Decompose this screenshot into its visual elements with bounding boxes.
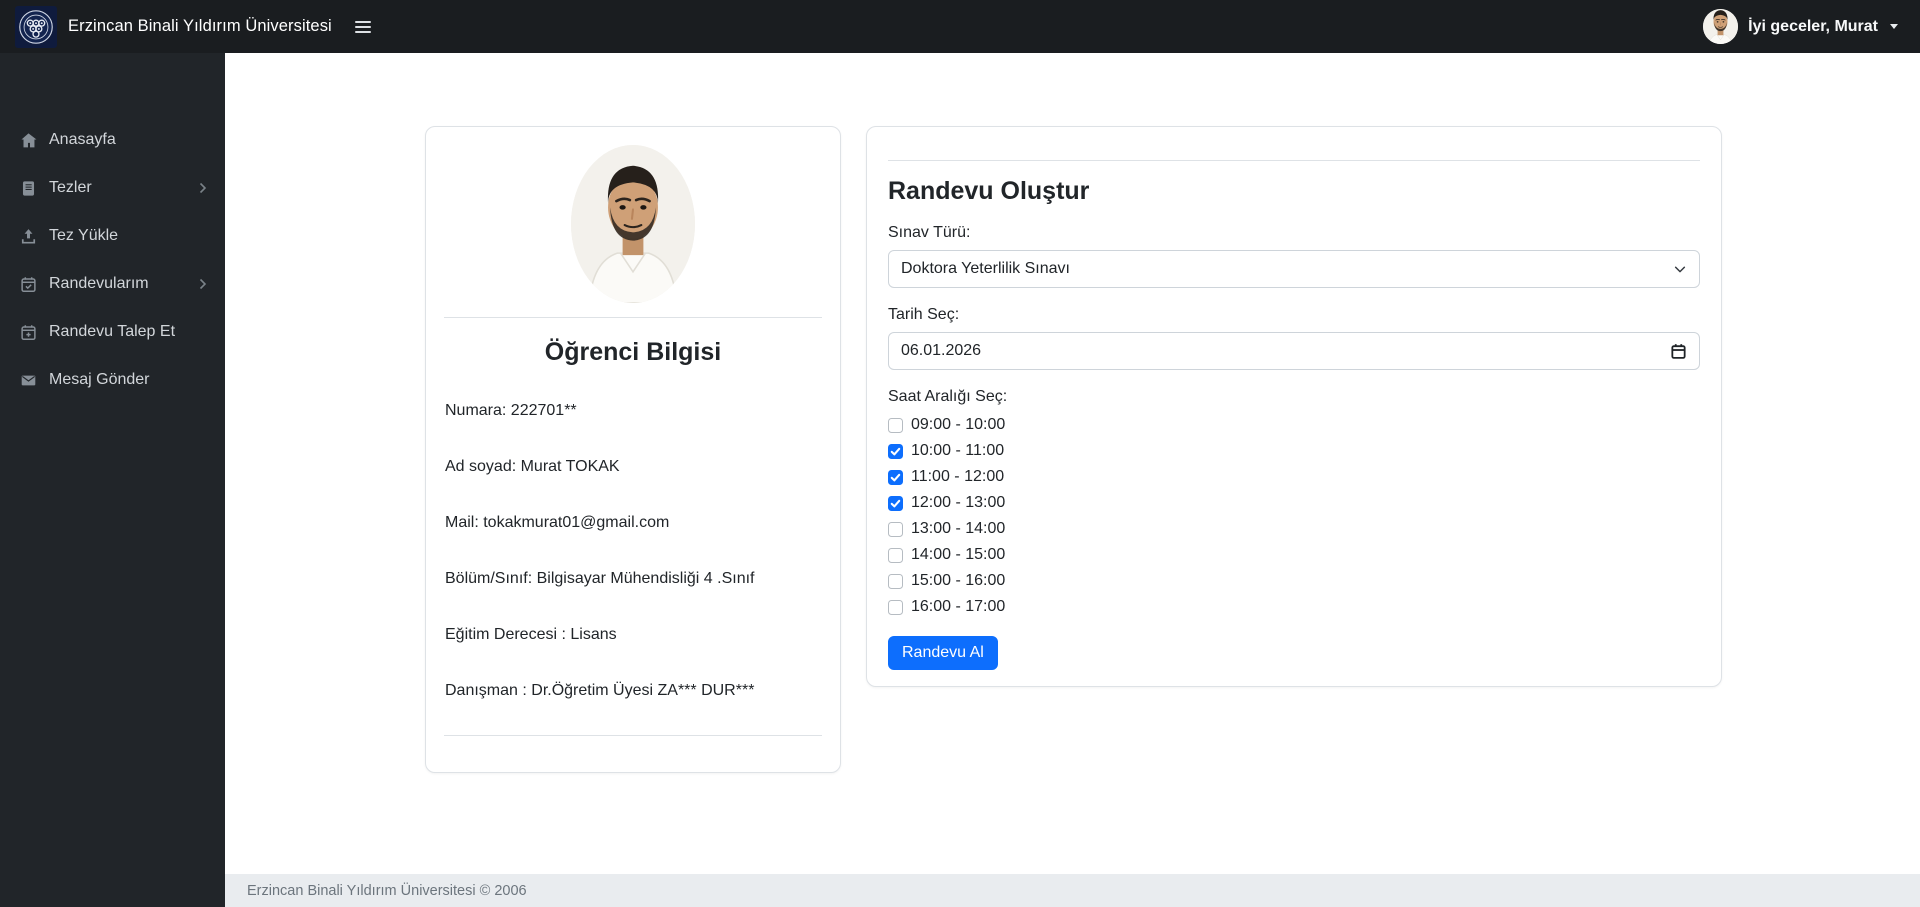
time-slot-checkbox[interactable] [888,417,903,433]
chevron-right-icon [199,182,207,194]
divider [888,160,1700,161]
time-slot-label[interactable]: 11:00 - 12:00 [911,468,1004,486]
time-slot-checkbox[interactable] [888,469,903,485]
sidebar-item-randevu-talep-et[interactable]: Randevu Talep Et [0,308,225,356]
time-slot-row: 11:00 - 12:00 [888,464,1700,490]
footer: Erzincan Binali Yıldırım Üniversitesi © … [225,874,1920,907]
time-slot-row: 13:00 - 14:00 [888,516,1700,542]
student-photo [571,145,695,303]
envelope-icon [20,372,37,389]
sidebar-item-label: Anasayfa [49,131,116,148]
time-slot-label[interactable]: 16:00 - 17:00 [911,598,1005,616]
appointment-form-card: Randevu Oluştur Sınav Türü: Doktora Yete… [866,126,1722,687]
date-label: Tarih Seç: [888,306,960,323]
time-slot-checkbox[interactable] [888,443,903,459]
exam-type-selected-value: Doktora Yeterlilik Sınavı [901,260,1070,277]
student-field-bolum: Bölüm/Sınıf: Bilgisayar Mühendisliği 4 .… [445,570,755,587]
time-slot-checkbox[interactable] [888,573,903,589]
time-slot-label[interactable]: 14:00 - 15:00 [911,546,1005,564]
top-navbar: Erzincan Binali Yıldırım Üniversitesi İy… [0,0,1920,53]
time-slot-row: 14:00 - 15:00 [888,542,1700,568]
sidebar-item-tez-yukle[interactable]: Tez Yükle [0,212,225,260]
randevu-al-button[interactable]: Randevu Al [888,636,998,670]
student-field-mail: Mail: tokakmurat01@gmail.com [445,514,670,531]
content-row: Öğrenci Bilgisi Numara: 222701** Ad soya… [225,53,1920,874]
brand-link[interactable]: Erzincan Binali Yıldırım Üniversitesi [15,6,332,48]
calendar-check-icon [20,276,37,293]
time-slot-row: 16:00 - 17:00 [888,594,1700,620]
date-value: 06.01.2026 [901,342,982,359]
time-slot-checkbox[interactable] [888,547,903,563]
time-slot-list: 09:00 - 10:00 10:00 - 11:00 11:00 - 12:0… [888,412,1700,620]
divider [444,735,822,736]
time-slot-label[interactable]: 12:00 - 13:00 [911,494,1005,512]
book-icon [20,180,37,197]
time-slot-label[interactable]: 15:00 - 16:00 [911,572,1005,590]
card-header-space [888,127,1700,160]
home-icon [20,132,37,149]
exam-type-label: Sınav Türü: [888,224,971,241]
sidebar-item-anasayfa[interactable]: Anasayfa [0,116,225,164]
calendar-picker-icon[interactable] [1670,343,1687,360]
sidebar-item-label: Tez Yükle [49,227,119,244]
sidebar-nav: Anasayfa Tezler Tez Yükle Randevularım R… [0,53,225,404]
time-slot-row: 10:00 - 11:00 [888,438,1700,464]
student-fields: Numara: 222701** Ad soyad: Murat TOKAK M… [444,399,822,703]
chevron-down-icon [1674,266,1686,273]
time-slot-checkbox[interactable] [888,521,903,537]
sidebar-item-label: Tezler [49,179,92,196]
time-slot-checkbox[interactable] [888,599,903,615]
user-avatar [1703,9,1739,44]
caret-down-icon [1890,24,1898,29]
brand-title: Erzincan Binali Yıldırım Üniversitesi [68,17,332,35]
footer-text: Erzincan Binali Yıldırım Üniversitesi © … [247,882,527,899]
time-slot-row: 09:00 - 10:00 [888,412,1700,438]
sidebar-item-label: Randevularım [49,275,149,292]
user-greeting: İyi geceler, Murat [1748,17,1878,35]
sidebar-item-label: Randevu Talep Et [49,323,176,340]
chevron-right-icon [199,278,207,290]
upload-icon [20,228,37,245]
time-slot-checkbox[interactable] [888,495,903,511]
calendar-plus-icon [20,324,37,341]
student-info-card: Öğrenci Bilgisi Numara: 222701** Ad soya… [425,126,841,773]
exam-type-select[interactable]: Doktora Yeterlilik Sınavı [888,250,1700,288]
sidebar-item-tezler[interactable]: Tezler [0,164,225,212]
student-field-numara: Numara: 222701** [445,402,577,419]
time-slot-row: 15:00 - 16:00 [888,568,1700,594]
student-card-title: Öğrenci Bilgisi [544,338,722,366]
hamburger-icon[interactable] [349,15,377,39]
time-slot-label[interactable]: 10:00 - 11:00 [911,442,1004,460]
time-slot-row: 12:00 - 13:00 [888,490,1700,516]
sidebar-item-mesaj-gonder[interactable]: Mesaj Gönder [0,356,225,404]
sidebar-item-randevularim[interactable]: Randevularım [0,260,225,308]
university-logo-icon [15,6,57,48]
page: Erzincan Binali Yıldırım Üniversitesi İy… [0,0,1920,907]
user-menu-toggle[interactable]: İyi geceler, Murat [1703,9,1898,44]
student-field-danisman: Danışman : Dr.Öğretim Üyesi ZA*** DUR*** [445,682,755,699]
student-field-egitim: Eğitim Derecesi : Lisans [445,626,617,643]
divider [444,317,822,318]
time-slot-label[interactable]: 09:00 - 10:00 [911,416,1005,434]
sidebar: Anasayfa Tezler Tez Yükle Randevularım R… [0,53,225,907]
time-range-label: Saat Aralığı Seç: [888,388,1008,405]
student-field-ad-soyad: Ad soyad: Murat TOKAK [445,458,620,475]
main-area: Öğrenci Bilgisi Numara: 222701** Ad soya… [225,53,1920,907]
time-slot-label[interactable]: 13:00 - 14:00 [911,520,1005,538]
sidebar-item-label: Mesaj Gönder [49,371,150,388]
date-input[interactable]: 06.01.2026 [888,332,1700,370]
form-title: Randevu Oluştur [888,177,1090,205]
